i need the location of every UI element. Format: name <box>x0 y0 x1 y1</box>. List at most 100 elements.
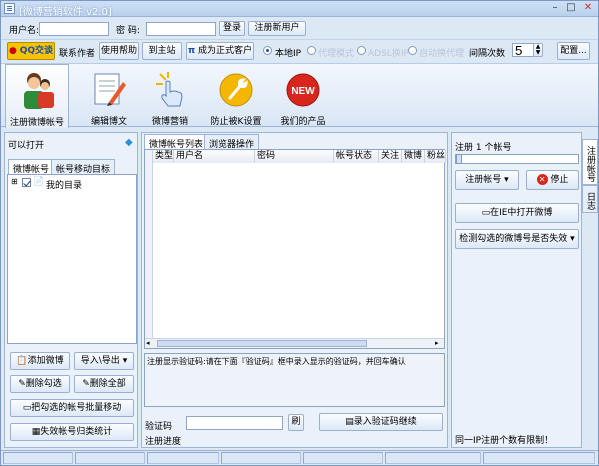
contact-author-link[interactable]: 联系作者 <box>59 46 95 59</box>
slider-thumb[interactable] <box>456 154 462 164</box>
row-header-strip <box>145 163 153 339</box>
svg-text:NEW: NEW <box>291 86 315 97</box>
col-weibo[interactable]: 微博 <box>402 150 425 163</box>
upgrade-button[interactable]: π 成为正式客户 <box>186 42 254 60</box>
tool-register-label: 注册微博帐号 <box>9 118 64 128</box>
globe-icon[interactable]: ◆ <box>125 137 133 148</box>
help-button[interactable]: 使用帮助 <box>99 42 139 60</box>
open-ie-label: 在IE中打开微博 <box>490 208 553 218</box>
register-user-button[interactable]: 注册新用户 <box>248 21 306 36</box>
local-ip-label: 本地IP <box>275 49 302 59</box>
tab-move-target[interactable]: 帐号移动目标 <box>51 159 116 175</box>
proxy-label: 代理模式 <box>318 49 355 59</box>
captcha-label: 验证码 <box>145 422 173 432</box>
qq-chat-button[interactable]: ● QQ交谈 <box>7 42 55 60</box>
add-weibo-button[interactable]: 📋添加微博 <box>10 352 70 370</box>
tool-marketing[interactable]: 微博营销 <box>138 64 202 128</box>
scrollbar-thumb[interactable] <box>157 340 367 347</box>
register-progress-bar <box>186 433 442 443</box>
radio-local-ip[interactable] <box>263 46 272 55</box>
stop-button[interactable]: ✕ 停止 <box>526 170 579 190</box>
submit-captcha-label: 录入验证码继续 <box>353 417 417 427</box>
col-fans[interactable]: 粉丝 <box>425 150 446 163</box>
interval-label: 间隔次数 <box>469 49 506 59</box>
register-account-button[interactable]: 注册帐号 ▾ <box>455 170 519 190</box>
eraser-icon: ✎ <box>18 379 26 389</box>
horizontal-scrollbar[interactable]: ◂ ▸ <box>145 338 444 348</box>
status-seg-3 <box>147 452 219 464</box>
left-panel: 可以打开 ◆ 微博帐号 帐号移动目标 ⊞ 📄 我的目录 📋添加微博 导入\导出 … <box>4 132 138 448</box>
config-button[interactable]: 配置... <box>557 42 590 60</box>
title-bar: [微博营销软件 v2.0] – □ ✕ <box>1 1 598 18</box>
status-seg-1 <box>3 452 73 464</box>
refresh-captcha-button[interactable]: 刷 <box>288 414 304 431</box>
tool-edit-post[interactable]: 编辑博文 <box>77 64 141 128</box>
invalid-stats-button[interactable]: ▦失效帐号归类统计 <box>10 423 134 441</box>
new-badge-icon: NEW <box>286 73 320 107</box>
captcha-area: 注册显示验证码:请在下面『验证码』框中录入显示的验证码，并回车确认 <box>144 353 445 407</box>
tree-item-my-directory[interactable]: 我的目录 <box>46 178 82 191</box>
center-panel: 微博帐号列表 浏览器操作 类型 用户名 密码 帐号状态 关注 微博 粉丝 ◂ ▸… <box>141 132 448 448</box>
password-input[interactable] <box>146 22 216 36</box>
batch-move-label: 把勾选的帐号批量移动 <box>31 403 122 413</box>
open-label: 可以打开 <box>8 141 45 151</box>
status-seg-5 <box>303 452 383 464</box>
register-account-label: 注册帐号 <box>465 175 502 185</box>
tool-register-account[interactable]: 注册微博帐号 <box>5 64 69 128</box>
login-button[interactable]: 登录 <box>219 21 245 36</box>
delete-checked-button[interactable]: ✎删除勾选 <box>10 375 70 393</box>
radio-adsl[interactable] <box>357 46 366 55</box>
tab-weibo-accounts[interactable]: 微博帐号 <box>8 159 55 175</box>
status-bar <box>1 450 598 465</box>
delete-all-button[interactable]: ✎删除全部 <box>74 375 134 393</box>
maximize-icon[interactable]: □ <box>563 2 579 15</box>
minimize-icon[interactable]: – <box>547 2 563 15</box>
hand-pointer-icon <box>156 72 183 107</box>
tree-expand-icon[interactable]: ⊞ <box>11 177 18 186</box>
username-input[interactable] <box>39 22 109 36</box>
col-status[interactable]: 帐号状态 <box>334 150 379 163</box>
tab-account-list[interactable]: 微博帐号列表 <box>144 134 209 150</box>
move-icon: ▭ <box>22 403 32 413</box>
tab-browser-ops[interactable]: 浏览器操作 <box>204 134 260 150</box>
qq-chat-label: QQ交谈 <box>19 46 54 56</box>
tool-marketing-label: 微博营销 <box>151 117 188 127</box>
import-export-button[interactable]: 导入\导出 ▾ <box>74 352 134 370</box>
tool-anti-block[interactable]: 防止被K设置 <box>204 64 268 128</box>
home-site-button[interactable]: 到主站 <box>142 42 182 60</box>
auto-proxy-label: 自动换代理 <box>419 49 465 59</box>
captcha-input[interactable] <box>186 416 283 430</box>
folder-icon: 📄 <box>33 177 45 187</box>
register-count-title: 注册 1 个帐号 <box>455 143 512 153</box>
open-ie-button[interactable]: ▭在IE中打开微博 <box>455 203 579 223</box>
submit-captcha-button[interactable]: ▤录入验证码继续 <box>319 413 443 431</box>
col-username[interactable]: 用户名 <box>174 150 255 163</box>
scroll-right-icon[interactable]: ▸ <box>435 339 439 347</box>
vtab-log[interactable]: 日志 <box>582 185 598 213</box>
col-follow[interactable]: 关注 <box>379 150 402 163</box>
check-invalid-button[interactable]: 检测勾选的微博号是否失效 ▾ <box>455 229 579 249</box>
batch-move-button[interactable]: ▭把勾选的帐号批量移动 <box>10 399 134 417</box>
eraser-icon-2: ✎ <box>82 379 90 389</box>
close-icon[interactable]: ✕ <box>580 2 596 15</box>
radio-auto-proxy[interactable] <box>408 46 417 55</box>
users-icon <box>24 73 54 109</box>
tool-our-products[interactable]: NEW 我们的产品 <box>271 64 335 128</box>
vtab-register[interactable]: 注册帐号 <box>582 139 598 185</box>
interval-spinner[interactable]: ▲ ▼ <box>533 43 543 57</box>
action-row: ● QQ交谈 联系作者 使用帮助 到主站 π 成为正式客户 本地IP 代理模式 … <box>1 39 598 61</box>
app-icon <box>4 3 15 14</box>
tree-checkbox[interactable] <box>22 178 31 187</box>
tool-anti-block-label: 防止被K设置 <box>210 117 262 127</box>
radio-proxy[interactable] <box>307 46 316 55</box>
wrench-icon <box>219 73 253 107</box>
password-label: 密 码: <box>116 26 140 36</box>
tool-edit-label: 编辑博文 <box>90 117 127 127</box>
main-toolbar: 注册微博帐号 编辑博文 微博营销 防止被K设置 NEW 我们的产品 <box>1 63 598 128</box>
col-type[interactable]: 类型 <box>153 150 174 163</box>
scroll-left-icon[interactable]: ◂ <box>146 339 150 347</box>
interval-input[interactable] <box>512 43 534 57</box>
col-password[interactable]: 密码 <box>255 150 334 163</box>
count-slider[interactable] <box>455 154 579 164</box>
status-seg-4 <box>221 452 301 464</box>
